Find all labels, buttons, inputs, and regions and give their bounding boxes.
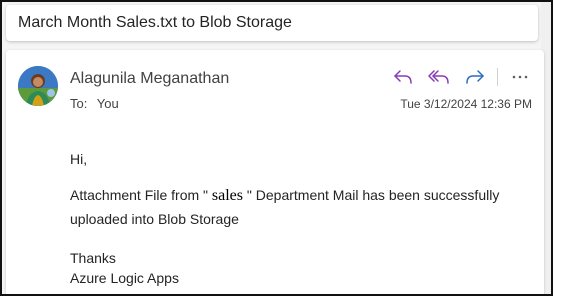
message-card: Alagunila Meganathan To: You Tue 3/12/20… — [6, 50, 544, 294]
avatar-photo-icon — [18, 66, 58, 106]
reply-button[interactable] — [389, 65, 417, 89]
body-line-1-prefix: Attachment File from " — [70, 187, 212, 203]
body-line-2: uploaded into Blob Storage — [70, 211, 239, 227]
body-greeting: Hi, — [70, 151, 88, 167]
department-name: sales — [211, 187, 244, 204]
sender-avatar[interactable] — [18, 66, 58, 106]
email-reading-pane: March Month Sales.txt to Blob Storage Al… — [0, 0, 553, 296]
more-options-icon — [512, 75, 528, 79]
email-subject: March Month Sales.txt to Blob Storage — [18, 14, 292, 31]
forward-icon — [466, 70, 484, 84]
recipient-value[interactable]: You — [97, 96, 119, 111]
body-signature: Azure Logic Apps — [70, 270, 179, 286]
forward-button[interactable] — [461, 65, 489, 89]
sent-timestamp: Tue 3/12/2024 12:36 PM — [400, 97, 532, 111]
body-closing: Thanks — [70, 250, 116, 266]
reply-icon — [394, 70, 412, 84]
to-label: To: — [70, 96, 88, 111]
toolbar-divider — [497, 68, 498, 86]
body-line-1-suffix: " Department Mail has been successfully — [243, 187, 500, 203]
more-options-button[interactable] — [506, 65, 534, 89]
subject-header: March Month Sales.txt to Blob Storage — [6, 5, 538, 41]
reply-all-button[interactable] — [425, 65, 453, 89]
recipient-line: To: You — [70, 96, 119, 111]
message-actions — [381, 65, 534, 89]
reply-all-icon — [428, 70, 449, 84]
body-line-1: Attachment File from " sales " Departmen… — [70, 187, 499, 205]
sender-name[interactable]: Alagunila Meganathan — [70, 70, 229, 88]
